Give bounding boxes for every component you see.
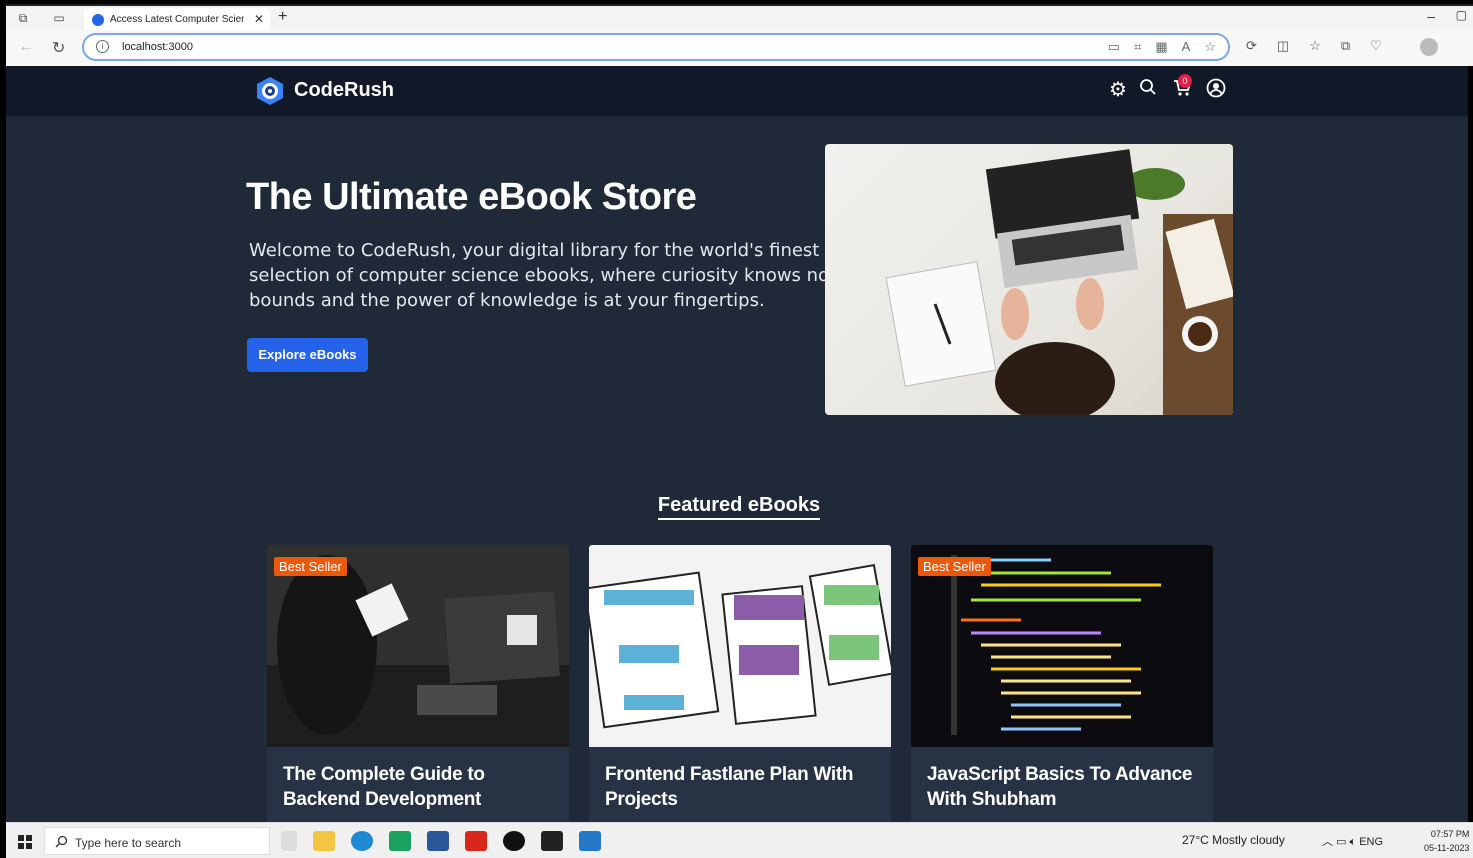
- browser-tab[interactable]: Access Latest Computer Science ✕: [84, 8, 270, 32]
- ebook-card[interactable]: Best Seller JavaScript Basics To Advance…: [911, 545, 1213, 822]
- acrobat-icon[interactable]: [465, 831, 487, 851]
- restore-button[interactable]: ▢: [1456, 8, 1467, 22]
- task-view-icon[interactable]: [281, 831, 297, 851]
- workspaces-icon[interactable]: ⧉: [16, 11, 30, 25]
- word-icon[interactable]: [427, 831, 449, 851]
- collections-icon[interactable]: ⧉: [1341, 38, 1350, 54]
- pinned-apps: [281, 831, 601, 851]
- read-aloud-icon[interactable]: A: [1182, 39, 1191, 55]
- url-text[interactable]: localhost:3000: [122, 41, 193, 53]
- browser-essentials-icon[interactable]: ♡: [1370, 38, 1382, 54]
- site-info-icon[interactable]: i: [96, 40, 109, 53]
- back-icon[interactable]: ←: [18, 38, 34, 56]
- gear-icon[interactable]: ⚙: [1106, 78, 1130, 102]
- new-tab-button[interactable]: +: [278, 8, 287, 26]
- clock-date: 05-11-2023: [1424, 843, 1470, 853]
- clock[interactable]: 07:57 PM 05-11-2023: [1424, 827, 1469, 855]
- system-tray: ︿ ▭ 🔈︎ ENG: [1322, 833, 1383, 849]
- featured-heading-text: Featured eBooks: [657, 494, 821, 520]
- immersive-reader-icon[interactable]: ▦: [1155, 39, 1167, 55]
- windows-taskbar: Type here to search 27°C Mostly cloudy ︿…: [6, 822, 1473, 858]
- edge-icon[interactable]: [351, 831, 373, 851]
- favorites-icon[interactable]: ☆: [1309, 38, 1321, 54]
- windows-start-icon[interactable]: [18, 835, 32, 849]
- web-page: CodeRush ⚙ 0 The Ultimate eBook Store We…: [6, 66, 1468, 822]
- url-field[interactable]: i localhost:3000 ▭ ⌗ ▦ A ☆: [82, 33, 1230, 61]
- media-player-icon[interactable]: [503, 831, 525, 851]
- ebook-title[interactable]: The Complete Guide to Backend Developmen…: [283, 762, 558, 812]
- brand-name[interactable]: CodeRush: [294, 79, 394, 102]
- cart-count-badge: 0: [1178, 74, 1192, 88]
- weather-widget[interactable]: 27°C Mostly cloudy: [1182, 833, 1285, 847]
- ebook-card[interactable]: Frontend Fastlane Plan With Projects: [589, 545, 891, 822]
- volume-icon[interactable]: 🔈︎: [1350, 836, 1357, 848]
- clock-time: 07:57 PM: [1430, 829, 1470, 839]
- site-favicon-icon: [92, 14, 104, 26]
- favorite-star-icon[interactable]: ☆: [1204, 39, 1216, 55]
- tab-close-icon[interactable]: ✕: [254, 12, 264, 26]
- hero-description: Welcome to CodeRush, your digital librar…: [249, 240, 830, 311]
- taskbar-search-text[interactable]: Type here to search: [75, 836, 181, 850]
- minimize-button[interactable]: –: [1427, 8, 1435, 24]
- explore-ebooks-button[interactable]: Explore eBooks: [247, 338, 368, 372]
- refresh-icon[interactable]: ↻: [52, 38, 65, 58]
- browser-toolbar: ⟳ ◫ ☆ ⧉ ♡: [1246, 38, 1382, 54]
- url-actions: ▭ ⌗ ▦ A ☆: [1108, 39, 1216, 55]
- extensions-icon[interactable]: ⟳: [1246, 38, 1257, 54]
- hero-title: The Ultimate eBook Store: [246, 176, 697, 218]
- best-seller-badge: Best Seller: [918, 557, 991, 576]
- featured-heading: Featured eBooks: [6, 494, 1468, 520]
- network-icon[interactable]: ▭: [1336, 836, 1346, 848]
- hero-image: [825, 144, 1233, 415]
- ebook-title[interactable]: JavaScript Basics To Advance With Shubha…: [927, 762, 1202, 812]
- user-icon[interactable]: [1204, 78, 1228, 102]
- vscode-icon[interactable]: [579, 831, 601, 851]
- terminal-icon[interactable]: [541, 831, 563, 851]
- show-hidden-icons-icon[interactable]: ︿: [1322, 836, 1333, 848]
- file-explorer-icon[interactable]: [313, 831, 335, 851]
- ebook-title[interactable]: Frontend Fastlane Plan With Projects: [605, 762, 880, 812]
- app-available-icon[interactable]: ▭: [1108, 39, 1120, 55]
- coderush-logo-icon[interactable]: [256, 76, 284, 106]
- split-screen-icon[interactable]: ◫: [1277, 38, 1289, 54]
- qr-code-icon[interactable]: ⌗: [1134, 39, 1141, 55]
- site-navbar: CodeRush ⚙ 0: [6, 66, 1468, 116]
- search-icon[interactable]: [1136, 78, 1160, 102]
- taskbar-search[interactable]: Type here to search: [44, 827, 270, 855]
- address-bar-row: ← ↻ i localhost:3000 ▭ ⌗ ▦ A ☆ ⟳ ◫ ☆ ⧉ ♡: [6, 30, 1473, 66]
- ebook-card[interactable]: Best Seller The Complete Guide to Backen…: [267, 545, 569, 822]
- best-seller-badge: Best Seller: [274, 557, 347, 576]
- search-icon: [55, 835, 68, 848]
- sheets-icon[interactable]: [389, 831, 411, 851]
- language-indicator[interactable]: ENG: [1359, 836, 1383, 848]
- ebook-cover-image[interactable]: [589, 545, 891, 747]
- tab-title: Access Latest Computer Science: [110, 14, 244, 25]
- tab-actions-icon[interactable]: ▭: [52, 11, 66, 25]
- profile-avatar[interactable]: [1420, 38, 1438, 56]
- browser-tab-bar: ⧉ ▭ Access Latest Computer Science ✕ + –…: [6, 4, 1473, 32]
